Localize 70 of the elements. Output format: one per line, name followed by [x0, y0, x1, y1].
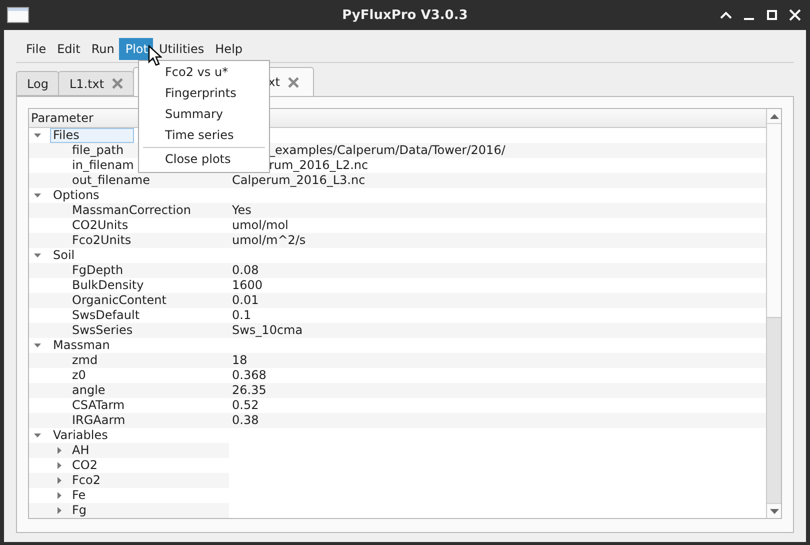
tree-group-label[interactable]: Soil — [50, 248, 78, 263]
collapse-arrow-icon[interactable] — [34, 342, 41, 349]
parameter-name[interactable]: CSATarm — [72, 398, 125, 413]
collapse-arrow-icon[interactable] — [34, 192, 41, 199]
parameter-name[interactable]: angle — [72, 383, 106, 398]
parameter-value: 0.38 — [231, 413, 259, 428]
scroll-thumb[interactable] — [767, 317, 781, 503]
parameter-name[interactable]: CO2Units — [72, 218, 128, 233]
expand-arrow-icon[interactable] — [56, 477, 63, 484]
parameter-name[interactable]: MassmanCorrection — [72, 203, 191, 218]
menu-option[interactable]: Fco2 vs u* — [139, 62, 269, 83]
parameter-value: 26.35 — [231, 383, 266, 398]
parameter-value: 0.1 — [231, 308, 252, 323]
parameter-value: Calperum_2016_L3.nc — [231, 173, 366, 188]
parameter-value: 18 — [231, 353, 248, 368]
parameter-name[interactable]: FgDepth — [72, 263, 124, 278]
shade-icon[interactable] — [720, 9, 732, 21]
parameter-name[interactable]: IRGAarm — [72, 413, 126, 428]
expand-arrow-icon[interactable] — [56, 447, 63, 454]
tab[interactable]: L1.txt — [58, 71, 134, 96]
parameter-value: 0.01 — [231, 293, 259, 308]
scroll-up-icon[interactable] — [770, 114, 778, 118]
parameter-value: Sws_10cma — [231, 323, 303, 338]
parameter-value: 1600 — [231, 278, 263, 293]
collapse-arrow-icon[interactable] — [34, 252, 41, 259]
menu-item[interactable]: File — [20, 38, 52, 60]
parameter-name[interactable]: CO2 — [72, 458, 98, 473]
menu-option[interactable]: Fingerprints — [139, 83, 269, 104]
menu-item[interactable]: Run — [85, 38, 120, 60]
parameter-name[interactable]: z0 — [72, 368, 86, 383]
parameter-value: _examples/Calperum/Data/Tower/2016/ — [268, 143, 506, 158]
parameter-name[interactable]: in_filenam — [72, 158, 134, 173]
parameter-name[interactable]: OrganicContent — [72, 293, 166, 308]
tree-group-label[interactable]: Files — [50, 128, 134, 143]
parameter-name[interactable]: file_path — [72, 143, 124, 158]
parameter-name[interactable]: AH — [72, 443, 90, 458]
expand-arrow-icon[interactable] — [56, 507, 63, 514]
parameter-name[interactable]: zmd — [72, 353, 98, 368]
parameter-name[interactable]: Fg — [72, 503, 87, 518]
tree-group-label[interactable]: Variables — [50, 428, 111, 443]
tree-group-label[interactable]: Options — [50, 188, 102, 203]
scroll-down-icon[interactable] — [770, 508, 778, 514]
window-title: PyFluxPro V3.0.3 — [342, 8, 468, 22]
parameter-name[interactable]: out_filename — [72, 173, 150, 188]
scrollbar[interactable] — [766, 109, 781, 518]
parameter-value: umol/m^2/s — [231, 233, 306, 248]
parameter-name[interactable]: Fco2Units — [72, 233, 132, 248]
collapse-arrow-icon[interactable] — [34, 132, 41, 139]
parameter-name[interactable]: Fe — [72, 488, 86, 503]
parameter-name[interactable]: SwsSeries — [72, 323, 133, 338]
collapse-arrow-icon[interactable] — [34, 432, 41, 439]
app-window-icon — [7, 7, 29, 23]
parameter-value: Yes — [231, 203, 252, 218]
parameter-value: umol/mol — [231, 218, 288, 233]
parameter-value: 0.368 — [231, 368, 266, 383]
menu-option[interactable]: Close plots — [139, 149, 269, 170]
menu-item[interactable]: Help — [209, 38, 248, 60]
expand-arrow-icon[interactable] — [56, 492, 63, 499]
tab[interactable]: Log — [16, 71, 60, 96]
parameter-name[interactable]: SwsDefault — [72, 308, 140, 323]
parameter-value: 0.08 — [231, 263, 259, 278]
expand-arrow-icon[interactable] — [56, 462, 63, 469]
menu-option[interactable]: Time series — [139, 125, 269, 146]
maximize-icon[interactable] — [766, 9, 778, 21]
tree-group-label[interactable]: Massman — [50, 338, 113, 353]
parameter-name[interactable]: Fco2 — [72, 473, 100, 488]
parameter-value: 0.52 — [231, 398, 259, 413]
menu-item[interactable]: Edit — [51, 38, 86, 60]
parameter-value: rum_2016_L2.nc — [268, 158, 368, 173]
parameter-name[interactable]: BulkDensity — [72, 278, 144, 293]
